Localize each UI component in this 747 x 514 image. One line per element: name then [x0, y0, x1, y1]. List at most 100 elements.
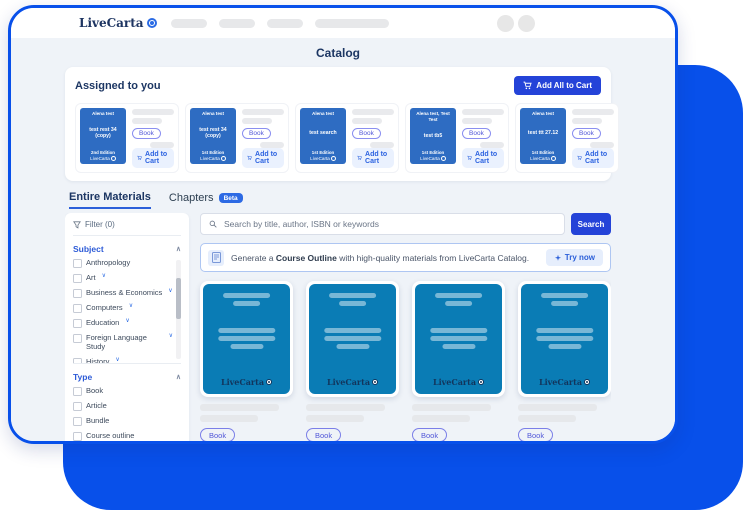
chevron-down-icon: ∨	[125, 318, 129, 326]
nav-placeholder-group	[171, 19, 389, 28]
filter-option-anthropology[interactable]: Anthropology	[73, 258, 173, 268]
stage: LiveCarta Catalog Assigned to you	[0, 0, 747, 514]
book-type-badge: Book	[306, 428, 341, 442]
try-now-button[interactable]: Try now	[546, 249, 603, 266]
checkbox[interactable]	[73, 432, 82, 441]
livecarta-logo[interactable]: LiveCarta	[79, 16, 157, 30]
book-cover: Alena test, Test Test test tb5 1st Editi…	[410, 108, 456, 164]
subject-list-scrollbar[interactable]	[176, 260, 181, 359]
checkbox[interactable]	[73, 274, 82, 283]
cover-brand: LiveCarta	[521, 377, 608, 387]
add-to-cart-button[interactable]: Add to Cart	[352, 148, 394, 168]
checkbox[interactable]	[73, 259, 82, 268]
add-to-cart-button[interactable]: Add to Cart	[462, 148, 504, 168]
catalog-book-card[interactable]: LiveCarta Book	[306, 281, 399, 444]
filter-option-bundle[interactable]: Bundle	[73, 416, 173, 426]
cart-icon	[357, 154, 362, 162]
filter-option-course-outline[interactable]: Course outline	[73, 431, 173, 441]
book-type-badge: Book	[242, 128, 271, 139]
assigned-heading: Assigned to you	[75, 80, 161, 92]
catalog-main-panel: Search Generate a Course Outline with hi…	[200, 213, 611, 444]
filter-section-subject[interactable]: Subject∧	[73, 244, 181, 254]
placeholder-line	[242, 109, 284, 115]
book-cover: Alena test test rest 34 (copy) 2nd Editi…	[80, 108, 126, 164]
filter-option-computers[interactable]: Computers∨	[73, 303, 173, 313]
checkbox[interactable]	[73, 319, 82, 328]
checkbox[interactable]	[73, 334, 82, 343]
book-type-badge: Book	[200, 428, 235, 442]
placeholder-line	[132, 109, 174, 115]
type-filter-list: Book Article Bundle Course outline Essay…	[73, 386, 181, 444]
filter-option-business-economics[interactable]: Business & Economics∨	[73, 288, 173, 298]
filter-header[interactable]: Filter (0)	[73, 220, 181, 236]
chevron-down-icon: ∨	[129, 303, 133, 311]
filter-option-education[interactable]: Education∨	[73, 318, 173, 328]
avatar-group	[497, 15, 535, 32]
nav-item-placeholder[interactable]	[267, 19, 303, 28]
assigned-book-card[interactable]: Alena test test search 1st Edition LiveC…	[295, 103, 399, 173]
checkbox[interactable]	[73, 289, 82, 298]
cart-icon	[247, 154, 252, 162]
placeholder-line	[200, 404, 279, 411]
chevron-up-icon: ∧	[176, 245, 181, 253]
nav-item-placeholder[interactable]	[219, 19, 255, 28]
placeholder-line	[132, 118, 162, 124]
add-to-cart-button[interactable]: Add to Cart	[572, 148, 614, 168]
tab-chapters[interactable]: Chapters Beta	[169, 192, 243, 208]
checkbox[interactable]	[73, 358, 82, 364]
checkbox[interactable]	[73, 387, 82, 396]
filter-option-article[interactable]: Article	[73, 401, 173, 411]
course-outline-banner: Generate a Course Outline with high-qual…	[200, 243, 611, 272]
avatar-placeholder[interactable]	[518, 15, 535, 32]
cover-brand: LiveCarta	[309, 377, 396, 387]
catalog-book-card[interactable]: LiveCarta Book	[200, 281, 293, 444]
chevron-down-icon: ∨	[169, 333, 173, 341]
placeholder-line	[412, 404, 491, 411]
checkbox[interactable]	[73, 417, 82, 426]
beta-badge: Beta	[219, 193, 243, 203]
filter-option-history[interactable]: History∨	[73, 357, 173, 364]
assigned-books-row: Alena test test rest 34 (copy) 2nd Editi…	[75, 103, 601, 173]
chevron-up-icon: ∧	[176, 373, 181, 381]
cover-brand: LiveCarta	[192, 156, 234, 161]
avatar-placeholder[interactable]	[497, 15, 514, 32]
add-all-to-cart-button[interactable]: Add All to Cart	[514, 76, 601, 95]
add-to-cart-button[interactable]: Add to Cart	[242, 148, 284, 168]
cover-brand: LiveCarta	[415, 377, 502, 387]
placeholder-line	[518, 415, 576, 422]
book-cover: LiveCarta	[309, 284, 396, 394]
cover-brand: LiveCarta	[302, 156, 344, 161]
top-navigation-bar: LiveCarta	[11, 8, 675, 38]
banner-text: Generate a Course Outline with high-qual…	[231, 253, 529, 263]
book-type-badge: Book	[518, 428, 553, 442]
nav-item-placeholder[interactable]	[171, 19, 207, 28]
search-input[interactable]	[222, 218, 556, 230]
catalog-book-card[interactable]: LiveCarta Book	[412, 281, 505, 444]
filter-panel: Filter (0) Subject∧ Anthropology Art∨ Bu…	[65, 213, 189, 444]
assigned-book-card[interactable]: Alena test test rest 34 (copy) 2nd Editi…	[75, 103, 179, 173]
assigned-book-card[interactable]: Alena test test rest 34 (copy) 1st Editi…	[185, 103, 289, 173]
nav-item-placeholder[interactable]	[315, 19, 389, 28]
subject-filter-list: Anthropology Art∨ Business & Economics∨ …	[73, 258, 181, 364]
add-to-cart-button[interactable]: Add to Cart	[132, 148, 174, 168]
window-body: Catalog Assigned to you Add All to Cart …	[11, 38, 675, 444]
assigned-book-card[interactable]: Alena test, Test Test test tb5 1st Editi…	[405, 103, 509, 173]
cart-icon	[137, 154, 142, 162]
cover-brand: LiveCarta	[522, 156, 564, 161]
catalog-tabs: Entire Materials Chapters Beta	[65, 191, 611, 209]
book-type-badge: Book	[412, 428, 447, 442]
search-button[interactable]: Search	[571, 213, 611, 235]
checkbox[interactable]	[73, 304, 82, 313]
catalog-book-card[interactable]: LiveCarta Book	[518, 281, 611, 444]
page-title: Catalog	[65, 46, 611, 60]
filter-option-foreign-language-study[interactable]: Foreign Language Study∨	[73, 333, 173, 352]
funnel-icon	[73, 221, 81, 229]
filter-option-book[interactable]: Book	[73, 386, 173, 396]
filter-section-type[interactable]: Type∧	[73, 372, 181, 382]
filter-option-art[interactable]: Art∨	[73, 273, 173, 283]
placeholder-line	[462, 118, 492, 124]
scrollbar-thumb[interactable]	[176, 278, 181, 320]
assigned-book-card[interactable]: Alena test test ttt 27.12 1st Edition Li…	[515, 103, 619, 173]
checkbox[interactable]	[73, 402, 82, 411]
tab-entire-materials[interactable]: Entire Materials	[69, 191, 151, 209]
